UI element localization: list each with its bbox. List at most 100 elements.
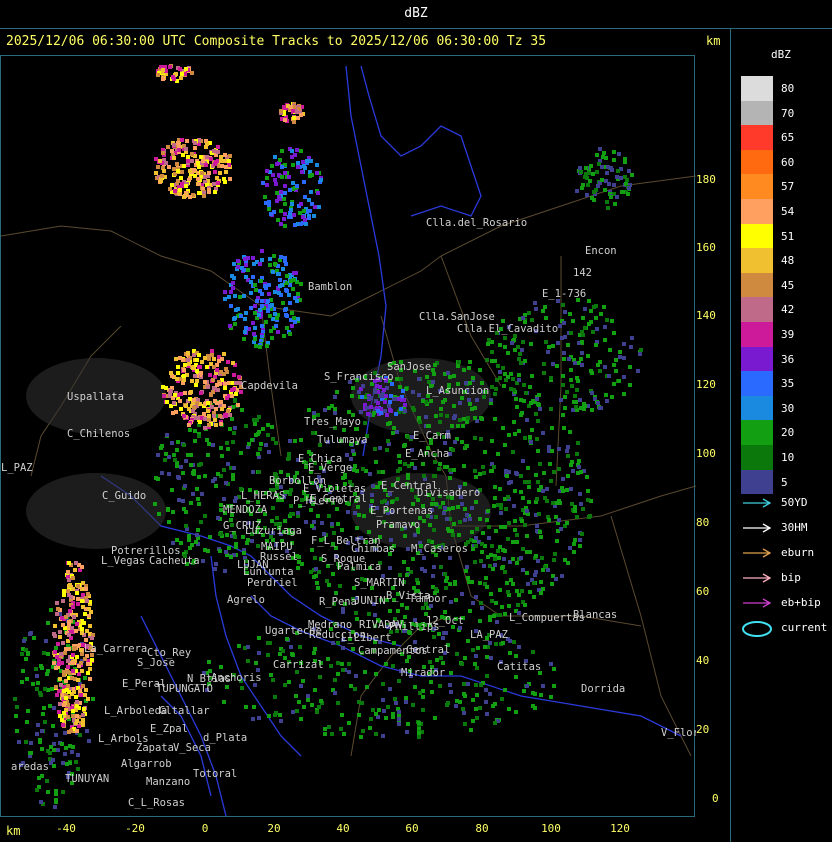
radar-echo-cell: [213, 170, 217, 174]
legend-swatch-label: 30: [781, 401, 795, 415]
radar-echo-cell: [244, 263, 248, 267]
x-axis-tick-label: -40: [56, 822, 76, 835]
radar-echo-cell: [13, 697, 17, 701]
legend-swatch-label: 54: [781, 204, 795, 218]
radar-echo-cell: [402, 398, 406, 402]
radar-echo-cell: [575, 452, 579, 456]
radar-echo-cell: [493, 485, 497, 489]
radar-echo-cell: [61, 723, 65, 727]
radar-echo-cell: [218, 549, 222, 553]
radar-echo-cell: [280, 165, 284, 169]
radar-echo-cell: [393, 697, 397, 701]
radar-echo-cell: [84, 688, 88, 692]
radar-echo-cell: [237, 375, 241, 379]
radar-echo-cell: [550, 582, 554, 586]
radar-echo-cell: [38, 738, 42, 742]
x-axis-tick-label: 20: [267, 822, 281, 835]
radar-echo-cell: [156, 73, 160, 77]
radar-echo-cell: [212, 414, 216, 418]
radar-echo-cell: [170, 149, 174, 153]
radar-echo-cell: [279, 719, 283, 723]
radar-echo-cell: [250, 539, 254, 543]
radar-echo-cell: [267, 292, 271, 296]
radar-echo-cell: [216, 388, 220, 392]
radar-echo-cell: [629, 345, 633, 349]
radar-echo-cell: [374, 460, 378, 464]
radar-echo-cell: [537, 403, 541, 407]
radar-echo-cell: [228, 413, 232, 417]
radar-echo-cell: [281, 649, 285, 653]
radar-echo-cell: [366, 412, 370, 416]
radar-echo-cell: [538, 530, 542, 534]
radar-echo-cell: [183, 391, 187, 395]
radar-echo-cell: [179, 76, 183, 80]
radar-echo-cell: [542, 471, 546, 475]
radar-echo-cell: [479, 683, 483, 687]
radar-echo-cell: [205, 365, 209, 369]
radar-echo-cell: [462, 682, 466, 686]
radar-echo-cell: [196, 177, 200, 181]
radar-echo-cell: [206, 453, 210, 457]
radar-echo-cell: [573, 538, 577, 542]
radar-echo-cell: [347, 662, 351, 666]
radar-echo-cell: [252, 262, 256, 266]
radar-echo-cell: [230, 274, 234, 278]
radar-echo-cell: [566, 454, 570, 458]
radar-echo-cell: [263, 195, 267, 199]
radar-echo-cell: [377, 470, 381, 474]
radar-echo-cell: [405, 573, 409, 577]
radar-echo-cell: [339, 727, 343, 731]
radar-echo-cell: [270, 519, 274, 523]
radar-echo-cell: [490, 469, 494, 473]
radar-echo-cell: [454, 598, 458, 602]
radar-echo-cell: [463, 507, 467, 511]
radar-echo-cell: [237, 644, 241, 648]
radar-echo-cell: [575, 515, 579, 519]
radar-echo-cell: [175, 377, 179, 381]
radar-echo-cell: [158, 159, 162, 163]
radar-echo-cell: [232, 387, 236, 391]
radar-echo-cell: [503, 372, 507, 376]
radar-echo-cell: [474, 500, 478, 504]
radar-echo-cell: [606, 206, 610, 210]
radar-echo-cell: [178, 67, 182, 71]
radar-echo-cell: [75, 729, 79, 733]
radar-echo-cell: [471, 698, 475, 702]
radar-echo-cell: [535, 524, 539, 528]
radar-echo-cell: [62, 670, 66, 674]
radar-echo-cell: [418, 691, 422, 695]
radar-echo-cell: [206, 409, 210, 413]
radar-echo-cell: [271, 270, 275, 274]
radar-echo-cell: [183, 363, 187, 367]
radar-echo-cell: [193, 141, 197, 145]
radar-echo-cell: [214, 407, 218, 411]
radar-echo-cell: [273, 178, 277, 182]
radar-echo-cell: [610, 319, 614, 323]
radar-map-plot[interactable]: Clla.del_Rosario Encon E_1-736 142 Clla.SanJ…: [0, 55, 712, 818]
radar-map-canvas[interactable]: Clla.del_RosarioEnconE_1-736142Clla.SanJ…: [0, 56, 712, 818]
radar-echo-cell: [622, 342, 626, 346]
place-label: V_Flores: [661, 727, 696, 739]
track-legend-item: eb+bip: [741, 594, 831, 619]
radar-echo-cell: [270, 336, 274, 340]
radar-echo-cell: [228, 177, 232, 181]
radar-echo-cell: [547, 445, 551, 449]
radar-echo-cell: [35, 687, 39, 691]
radar-echo-cell: [157, 512, 161, 516]
radar-echo-cell: [485, 712, 489, 716]
radar-echo-cell: [299, 717, 303, 721]
radar-echo-cell: [527, 311, 531, 315]
radar-echo-cell: [313, 556, 317, 560]
radar-echo-cell: [432, 372, 436, 376]
radar-echo-cell: [479, 437, 483, 441]
radar-echo-cell: [515, 540, 519, 544]
radar-echo-cell: [471, 376, 475, 380]
radar-echo-cell: [394, 701, 398, 705]
radar-echo-cell: [534, 307, 538, 311]
radar-echo-cell: [598, 406, 602, 410]
radar-echo-cell: [164, 452, 168, 456]
radar-echo-cell: [558, 324, 562, 328]
radar-echo-cell: [557, 518, 561, 522]
radar-echo-cell: [474, 707, 478, 711]
radar-echo-cell: [58, 714, 62, 718]
